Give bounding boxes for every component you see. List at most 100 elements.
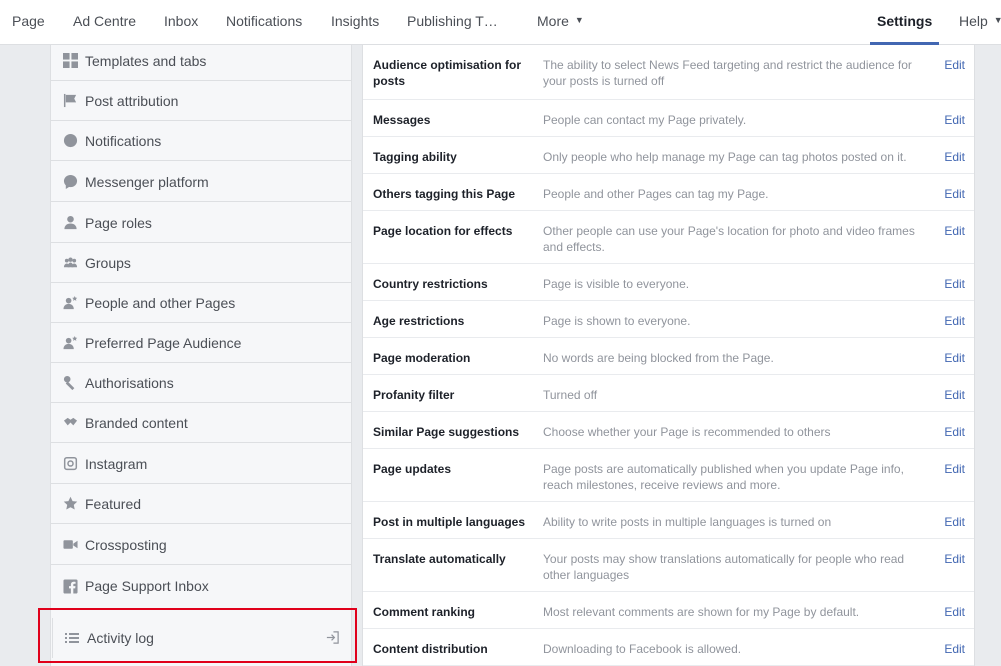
sidebar-item-branded-content[interactable]: Branded content (51, 403, 351, 443)
edit-link[interactable]: Edit (944, 313, 965, 329)
sidebar-item-people-and-other-pages[interactable]: People and other Pages (51, 283, 351, 323)
setting-label: Age restrictions (373, 314, 465, 328)
edit-link[interactable]: Edit (944, 604, 965, 620)
setting-label: Others tagging this Page (373, 187, 516, 201)
settings-row: Comment ranking Most relevant comments ar… (363, 592, 974, 629)
nav-tab-more[interactable]: More ▼ (537, 0, 584, 45)
settings-row: Content distribution Downloading to Faceb… (363, 629, 974, 666)
setting-description: People can contact my Page privately. (543, 113, 747, 127)
sidebar-item-label: Instagram (85, 455, 148, 472)
wrench-icon (62, 375, 78, 391)
general-settings-table: Audience optimisation for posts The abili… (362, 45, 975, 666)
settings-row: Post in multiple languages Ability to wri… (363, 502, 974, 539)
sidebar-item-preferred-page-audience[interactable]: Preferred Page Audience (51, 323, 351, 363)
globe-icon (62, 133, 78, 149)
sidebar-item-page-roles[interactable]: Page roles (51, 203, 351, 243)
person-star-icon (62, 295, 78, 311)
sidebar-item-post-attribution[interactable]: Post attribution (51, 81, 351, 121)
nav-tab-settings[interactable]: Settings (869, 0, 940, 45)
sidebar-item-label: People and other Pages (85, 294, 236, 311)
setting-label: Messages (373, 113, 431, 127)
settings-row: Audience optimisation for posts The abili… (363, 45, 974, 100)
sidebar-item-groups[interactable]: Groups (51, 243, 351, 283)
setting-description: Page is shown to everyone. (543, 314, 691, 328)
group-icon (62, 255, 78, 271)
nav-more-label: More (537, 13, 569, 29)
edit-link[interactable]: Edit (944, 461, 965, 477)
caret-down-icon: ▼ (993, 15, 1001, 26)
setting-description: Other people can use your Page's locatio… (543, 224, 915, 254)
settings-row: Messages People can contact my Page priva… (363, 100, 974, 137)
handshake-icon (62, 415, 78, 431)
settings-sidebar: Templates and tabs Post attribution Notifi… (50, 45, 352, 666)
nav-tab-ad-centre[interactable]: Ad Centre (73, 0, 136, 45)
sidebar-item-instagram[interactable]: Instagram (51, 444, 351, 484)
edit-link[interactable]: Edit (944, 149, 965, 165)
edit-link[interactable]: Edit (944, 514, 965, 530)
sidebar-item-activity-log[interactable]: Activity log (52, 618, 352, 658)
settings-row: Others tagging this Page People and other… (363, 174, 974, 211)
sidebar-item-label: Notifications (85, 132, 162, 149)
flag-icon (62, 93, 78, 109)
setting-description: The ability to select News Feed targetin… (543, 58, 912, 88)
settings-row: Tagging ability Only people who help mana… (363, 137, 974, 174)
edit-link[interactable]: Edit (944, 641, 965, 657)
open-external-icon[interactable] (325, 630, 341, 646)
setting-description: Most relevant comments are shown for my … (543, 605, 860, 619)
setting-description: Ability to write posts in multiple langu… (543, 515, 832, 529)
edit-link[interactable]: Edit (944, 387, 965, 403)
person-icon (62, 215, 78, 231)
nav-tab-notifications[interactable]: Notifications (226, 0, 302, 45)
setting-label: Translate automatically (373, 552, 506, 566)
nav-help-label: Help (959, 13, 988, 29)
settings-row: Translate automatically Your posts may sh… (363, 539, 974, 592)
sidebar-item-crossposting[interactable]: Crossposting (51, 525, 351, 565)
edit-link[interactable]: Edit (944, 186, 965, 202)
setting-label: Country restrictions (373, 277, 488, 291)
setting-description: Downloading to Facebook is allowed. (543, 642, 742, 656)
setting-description: Choose whether your Page is recommended … (543, 425, 831, 439)
sidebar-item-label: Activity log (87, 630, 154, 646)
nav-tab-publishing-tools[interactable]: Publishing T… (407, 0, 498, 45)
setting-label: Post in multiple languages (373, 515, 526, 529)
setting-description: People and other Pages can tag my Page. (543, 187, 769, 201)
nav-tab-inbox[interactable]: Inbox (164, 0, 198, 45)
sidebar-item-label: Branded content (85, 414, 188, 431)
edit-link[interactable]: Edit (944, 424, 965, 440)
sidebar-item-featured[interactable]: Featured (51, 484, 351, 524)
edit-link[interactable]: Edit (944, 276, 965, 292)
edit-link[interactable]: Edit (944, 551, 965, 567)
edit-link[interactable]: Edit (944, 57, 965, 73)
sidebar-item-notifications[interactable]: Notifications (51, 121, 351, 161)
edit-link[interactable]: Edit (944, 223, 965, 239)
sidebar-item-page-support-inbox[interactable]: Page Support Inbox (51, 566, 351, 606)
star-icon (62, 496, 78, 512)
setting-description: Your posts may show translations automat… (543, 552, 905, 582)
setting-label: Content distribution (373, 642, 488, 656)
sidebar-item-label: Preferred Page Audience (85, 334, 242, 351)
sidebar-item-authorisations[interactable]: Authorisations (51, 363, 351, 403)
list-icon (64, 630, 80, 646)
sidebar-item-messenger-platform[interactable]: Messenger platform (51, 162, 351, 202)
sidebar-item-label: Featured (85, 495, 142, 512)
facebook-icon (62, 578, 78, 594)
settings-row: Page moderation No words are being blocke… (363, 338, 974, 375)
person-star-icon (62, 335, 78, 351)
instagram-icon (62, 456, 78, 472)
setting-label: Comment ranking (373, 605, 476, 619)
setting-description: Page is visible to everyone. (543, 277, 690, 291)
activity-log-highlight: Activity log (38, 608, 357, 663)
messenger-icon (62, 174, 78, 190)
grid-icon (62, 53, 78, 69)
sidebar-item-templates-and-tabs[interactable]: Templates and tabs (51, 41, 351, 81)
settings-row: Similar Page suggestions Choose whether y… (363, 412, 974, 449)
nav-tab-insights[interactable]: Insights (331, 0, 379, 45)
edit-link[interactable]: Edit (944, 112, 965, 128)
nav-tab-page[interactable]: Page (12, 0, 45, 45)
setting-description: Page posts are automatically published w… (543, 462, 904, 492)
setting-label: Profanity filter (373, 388, 455, 402)
caret-down-icon: ▼ (574, 15, 584, 26)
settings-row: Age restrictions Page is shown to everyon… (363, 301, 974, 338)
nav-tab-help[interactable]: Help ▼ (959, 0, 1001, 45)
edit-link[interactable]: Edit (944, 350, 965, 366)
